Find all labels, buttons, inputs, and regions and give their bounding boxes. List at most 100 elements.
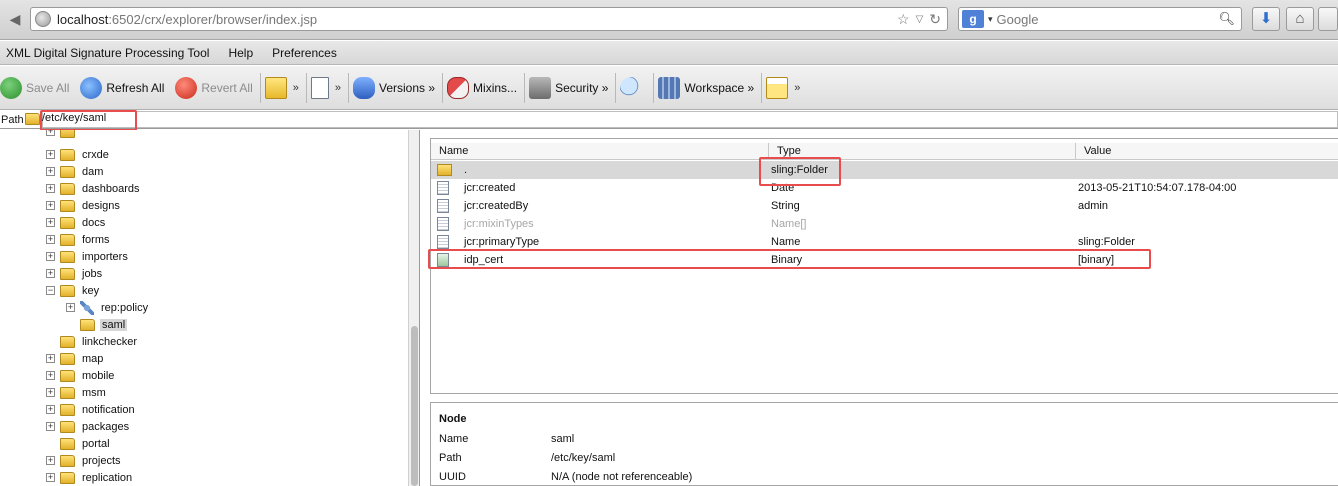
workspace-button[interactable]: Workspace » <box>658 73 757 103</box>
expand-icon[interactable]: + <box>46 269 55 278</box>
path-bar: Path /etc/key/saml <box>0 111 1338 129</box>
tree-item-rep-policy[interactable]: + rep:policy <box>66 299 150 316</box>
search-engine-icon[interactable]: g <box>962 10 984 28</box>
tree-item-docs[interactable]: + docs <box>46 214 107 231</box>
tree-item-importers[interactable]: + importers <box>46 248 130 265</box>
new-node-button[interactable]: » <box>264 73 302 103</box>
search-engine-caret-icon[interactable]: ▾ <box>988 14 993 25</box>
tree-item-label: notification <box>82 403 135 416</box>
revert-all-button[interactable]: Revert All <box>175 73 255 103</box>
expand-icon[interactable]: + <box>46 184 55 193</box>
search-placeholder[interactable]: Google <box>997 12 1039 27</box>
tree-item-msm[interactable]: + msm <box>46 384 108 401</box>
tree-item-key[interactable]: − key <box>46 282 101 299</box>
mixins-button[interactable]: Mixins... <box>447 73 520 103</box>
download-button[interactable]: ⬇ <box>1252 7 1280 31</box>
expand-icon[interactable]: + <box>46 422 55 431</box>
tree-item-creativecloud[interactable]: + <box>46 130 80 140</box>
property-row-jcr-created[interactable]: jcr:created Date 2013-05-21T10:54:07.178-0… <box>431 179 1338 197</box>
tree-item-packages[interactable]: + packages <box>46 418 131 435</box>
folder-icon <box>60 199 75 212</box>
property-name: jcr:createdBy <box>464 200 529 212</box>
expand-icon[interactable]: + <box>46 252 55 261</box>
tree-item-notification[interactable]: + notification <box>46 401 137 418</box>
back-arrow-icon[interactable]: ◀ <box>4 8 26 30</box>
expand-icon[interactable]: + <box>46 218 55 227</box>
versions-icon <box>353 76 375 99</box>
dropdown-icon[interactable]: ▽ <box>916 14 924 25</box>
reload-icon[interactable]: ↻ <box>929 11 941 28</box>
tree-scrollbar[interactable] <box>408 130 419 486</box>
toolbar-divider <box>259 72 261 103</box>
web-search-box[interactable]: g ▾ Google 🔍︎ <box>958 7 1242 31</box>
expand-icon[interactable]: + <box>46 473 55 482</box>
search-button[interactable] <box>620 73 649 103</box>
refresh-icon <box>80 76 103 99</box>
tree-item-linkchecker[interactable]: linkchecker <box>46 333 139 350</box>
tree-item-label: projects <box>82 454 121 467</box>
tree-item-dam[interactable]: + dam <box>46 163 105 180</box>
collapse-icon[interactable]: − <box>46 286 55 295</box>
security-button[interactable]: Security » <box>529 73 611 103</box>
folder-icon <box>60 267 75 280</box>
home-button[interactable]: ⌂ <box>1286 7 1314 31</box>
type-highlight <box>759 157 841 186</box>
magnifier-icon[interactable]: 🔍︎ <box>1218 11 1235 27</box>
property-row-jcr-createdby[interactable]: jcr:createdBy String admin <box>431 197 1338 215</box>
menu-xml-signature-tool[interactable]: XML Digital Signature Processing Tool <box>0 46 215 60</box>
expand-icon[interactable]: + <box>46 405 55 414</box>
property-row-self[interactable]: . sling:Folder <box>431 161 1338 179</box>
expand-icon[interactable]: + <box>66 303 75 312</box>
node-info-panel: Node Name saml Path /etc/key/saml UUID N… <box>430 402 1338 486</box>
tree-item-forms[interactable]: + forms <box>46 231 112 248</box>
versions-button[interactable]: Versions » <box>353 73 438 103</box>
folder-icon <box>60 369 75 382</box>
tree-item-saml[interactable]: saml <box>66 316 128 333</box>
url-text[interactable]: localhost:6502/crx/explorer/browser/inde… <box>57 12 317 27</box>
tree-item-map[interactable]: + map <box>46 350 105 367</box>
column-header-name[interactable]: Name <box>431 143 769 160</box>
expand-icon[interactable]: + <box>46 167 55 176</box>
expand-icon[interactable]: + <box>46 456 55 465</box>
overflow-button[interactable] <box>1318 7 1338 31</box>
path-input[interactable] <box>42 111 1338 128</box>
tree-item-portal[interactable]: portal <box>46 435 112 452</box>
property-icon <box>437 217 449 231</box>
tree-item-label: docs <box>82 216 106 229</box>
toolbar-divider <box>615 72 617 103</box>
save-all-button[interactable]: Save All <box>0 73 72 103</box>
tree-scrollbar-thumb[interactable] <box>411 326 418 486</box>
expand-icon[interactable]: + <box>46 201 55 210</box>
refresh-all-button[interactable]: Refresh All <box>80 73 167 103</box>
tree-item-dashboards[interactable]: + dashboards <box>46 180 142 197</box>
tree-item-crxde[interactable]: + crxde <box>46 146 111 163</box>
tools-button[interactable]: » <box>766 73 803 103</box>
bookmark-star-icon[interactable]: ☆ <box>897 11 910 28</box>
menu-help[interactable]: Help <box>222 46 259 60</box>
column-header-value[interactable]: Value <box>1076 143 1338 160</box>
tree-item-projects[interactable]: + projects <box>46 452 123 469</box>
expand-icon[interactable]: + <box>46 235 55 244</box>
download-arrow-icon: ⬇ <box>1259 10 1273 27</box>
folder-icon <box>60 454 75 467</box>
expand-icon[interactable]: + <box>46 371 55 380</box>
tree-item-replication[interactable]: + replication <box>46 469 134 486</box>
menu-preferences[interactable]: Preferences <box>266 46 343 60</box>
address-bar[interactable]: localhost:6502/crx/explorer/browser/inde… <box>30 7 948 31</box>
new-property-button[interactable]: » <box>310 73 344 103</box>
expand-icon[interactable]: + <box>46 130 55 136</box>
property-icon <box>437 235 449 249</box>
property-icon <box>437 199 449 213</box>
tree-item-jobs[interactable]: + jobs <box>46 265 104 282</box>
expand-icon[interactable]: + <box>46 388 55 397</box>
tree-item-designs[interactable]: + designs <box>46 197 122 214</box>
tree-item-label: packages <box>82 420 130 433</box>
property-icon <box>437 181 449 195</box>
property-row-jcr-mixintypes[interactable]: jcr:mixinTypes Name[] <box>431 215 1338 233</box>
toolbar-divider <box>305 72 307 103</box>
expand-icon[interactable]: + <box>46 150 55 159</box>
expand-icon[interactable]: + <box>46 354 55 363</box>
tree-item-mobile[interactable]: + mobile <box>46 367 116 384</box>
folder-icon <box>60 386 75 399</box>
